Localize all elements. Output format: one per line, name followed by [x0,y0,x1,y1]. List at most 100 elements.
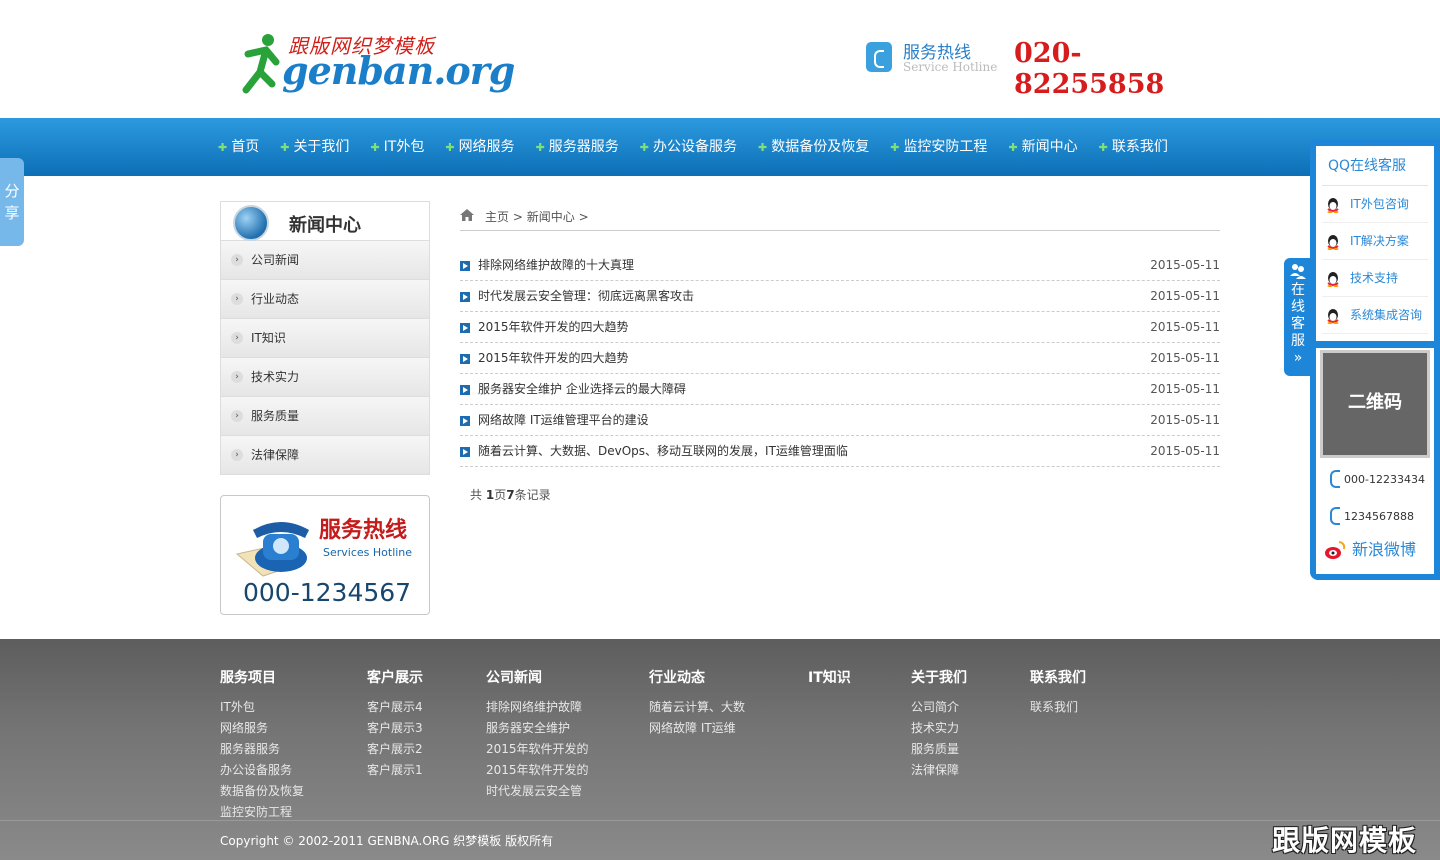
footer-col-title[interactable]: 行业动态 [649,667,745,687]
qq-item-tech-support[interactable]: 技术支持 [1322,260,1428,297]
footer-link[interactable]: 网络故障 IT运维 [649,718,745,739]
nav-item-about[interactable]: ✚ 关于我们 [280,118,370,176]
home-icon [460,209,474,221]
footer-link[interactable]: 排除网络维护故障 [486,697,589,718]
footer-col-services: 服务项目 IT外包 网络服务 服务器服务 办公设备服务 数据备份及恢复 监控安防… [220,667,304,823]
sidebar-item-company-news[interactable]: › 公司新闻 [220,241,430,280]
qq-item-it-outsourcing[interactable]: IT外包咨询 [1322,186,1428,223]
footer-link[interactable]: 网络服务 [220,718,304,739]
footer-col-industry: 行业动态 随着云计算、大数 网络故障 IT运维 [649,667,745,739]
footer: 服务项目 IT外包 网络服务 服务器服务 办公设备服务 数据备份及恢复 监控安防… [0,639,1440,860]
footer-col-title[interactable]: IT知识 [808,667,851,687]
footer-link[interactable]: 办公设备服务 [220,760,304,781]
sidebar-item-it-knowledge[interactable]: › IT知识 [220,319,430,358]
breadcrumb-home[interactable]: 主页 [485,210,509,224]
breadcrumb: 主页 > 新闻中心 > [460,201,1220,231]
footer-col-title[interactable]: 客户展示 [367,667,423,687]
nav-item-contact[interactable]: ✚ 联系我们 [1099,118,1189,176]
list-item[interactable]: 2015年软件开发的四大趋势 2015-05-11 [460,343,1220,374]
footer-col-title[interactable]: 联系我们 [1030,667,1086,687]
news-list: 排除网络维护故障的十大真理 2015-05-11 时代发展云安全管理：彻底远离黑客… [460,250,1220,467]
list-item[interactable]: 排除网络维护故障的十大真理 2015-05-11 [460,250,1220,281]
footer-link[interactable]: 公司简介 [911,697,967,718]
qq-service-box: QQ在线客服 IT外包咨询 IT解决方案 技术支持 系统集成咨询 [1316,146,1434,341]
phone-icon [1330,507,1340,525]
sidebar-item-industry[interactable]: › 行业动态 [220,280,430,319]
nav-item-network[interactable]: ✚ 网络服务 [445,118,535,176]
news-title[interactable]: 排除网络维护故障的十大真理 [478,250,634,281]
banner-hotline-title: 服务热线 [319,518,408,543]
footer-col-title[interactable]: 服务项目 [220,667,304,687]
footer-col-it-knowledge: IT知识 [808,667,851,697]
footer-link[interactable]: 服务质量 [911,739,967,760]
news-title[interactable]: 随着云计算、大数据、DevOps、移动互联网的发展，IT运维管理面临 [478,436,848,467]
nav-item-backup[interactable]: ✚ 数据备份及恢复 [758,118,890,176]
nav-item-office[interactable]: ✚ 办公设备服务 [640,118,758,176]
news-title[interactable]: 2015年软件开发的四大趋势 [478,312,629,343]
sidebar-item-tech[interactable]: › 技术实力 [220,358,430,397]
online-service-tab[interactable]: 在 线 客 服 » [1284,258,1312,376]
chevron-right-icon: › [231,371,243,383]
footer-link[interactable]: 时代发展云安全管 [486,781,589,802]
banner-hotline-subtitle: Services Hotline [323,546,413,559]
nav-item-server[interactable]: ✚ 服务器服务 [536,118,640,176]
site-logo[interactable]: 跟版网织梦模板 genban.org [238,28,515,98]
list-item[interactable]: 网络故障 IT运维管理平台的建设 2015-05-11 [460,405,1220,436]
footer-link[interactable]: IT外包 [220,697,304,718]
footer-link[interactable]: 客户展示3 [367,718,423,739]
copyright: Copyright © 2002-2011 GENBNA.ORG 织梦模板 版权… [220,834,554,848]
list-item[interactable]: 时代发展云安全管理：彻底远离黑客攻击 2015-05-11 [460,281,1220,312]
footer-link[interactable]: 客户展示4 [367,697,423,718]
footer-link[interactable]: 客户展示1 [367,760,423,781]
footer-link[interactable]: 联系我们 [1030,697,1086,718]
news-date: 2015-05-11 [1150,351,1220,365]
nav-item-home[interactable]: ✚ 首页 [218,118,280,176]
nav-item-security[interactable]: ✚ 监控安防工程 [890,118,1008,176]
news-title[interactable]: 服务器安全维护 企业选择云的最大障碍 [478,374,686,405]
list-item[interactable]: 随着云计算、大数据、DevOps、移动互联网的发展，IT运维管理面临 2015-0… [460,436,1220,467]
plus-icon: ✚ [639,141,649,154]
nav-item-news[interactable]: ✚ 新闻中心 [1008,118,1098,176]
qq-service-title: QQ在线客服 [1322,146,1428,186]
qq-item-integration[interactable]: 系统集成咨询 [1322,297,1428,334]
footer-link[interactable]: 2015年软件开发的 [486,760,589,781]
footer-link[interactable]: 客户展示2 [367,739,423,760]
footer-link[interactable]: 服务器安全维护 [486,718,589,739]
share-tab[interactable]: 分享 [0,158,24,246]
sidebar-header: 新闻中心 [220,201,430,241]
sidebar-item-legal[interactable]: › 法律保障 [220,436,430,475]
sidebar-item-quality[interactable]: › 服务质量 [220,397,430,436]
phone-icon [866,42,892,72]
plus-icon: ✚ [445,141,455,154]
arrow-bullet-icon [460,385,470,395]
footer-link[interactable]: 服务器服务 [220,739,304,760]
chevron-right-icon: › [231,410,243,422]
qq-item-it-solution[interactable]: IT解决方案 [1322,223,1428,260]
breadcrumb-separator: > [512,210,523,224]
footer-link[interactable]: 法律保障 [911,760,967,781]
footer-link[interactable]: 2015年软件开发的 [486,739,589,760]
arrow-bullet-icon [460,447,470,457]
header-hotline: 服务热线 Service Hotline 020-82255858 [866,38,1226,100]
footer-col-title[interactable]: 关于我们 [911,667,967,687]
footer-col-title[interactable]: 公司新闻 [486,667,589,687]
breadcrumb-current[interactable]: 新闻中心 [527,210,575,224]
footer-link[interactable]: 数据备份及恢复 [220,781,304,802]
plus-icon: ✚ [218,141,228,154]
news-title[interactable]: 网络故障 IT运维管理平台的建设 [478,405,649,436]
weibo-link[interactable]: 新浪微博 [1324,538,1416,562]
hotline-subtitle: Service Hotline [903,60,998,74]
double-chevron-right-icon: » [1293,350,1303,366]
nav-item-it-outsourcing[interactable]: ✚ IT外包 [370,118,445,176]
footer-link[interactable]: 技术实力 [911,718,967,739]
arrow-bullet-icon [460,292,470,302]
users-icon [1290,264,1306,279]
list-item[interactable]: 2015年软件开发的四大趋势 2015-05-11 [460,312,1220,343]
plus-icon: ✚ [1098,141,1108,154]
news-title[interactable]: 时代发展云安全管理：彻底远离黑客攻击 [478,281,694,312]
footer-link[interactable]: 随着云计算、大数 [649,697,745,718]
list-item[interactable]: 服务器安全维护 企业选择云的最大障碍 2015-05-11 [460,374,1220,405]
news-title[interactable]: 2015年软件开发的四大趋势 [478,343,629,374]
news-date: 2015-05-11 [1150,258,1220,272]
arrow-bullet-icon [460,354,470,364]
